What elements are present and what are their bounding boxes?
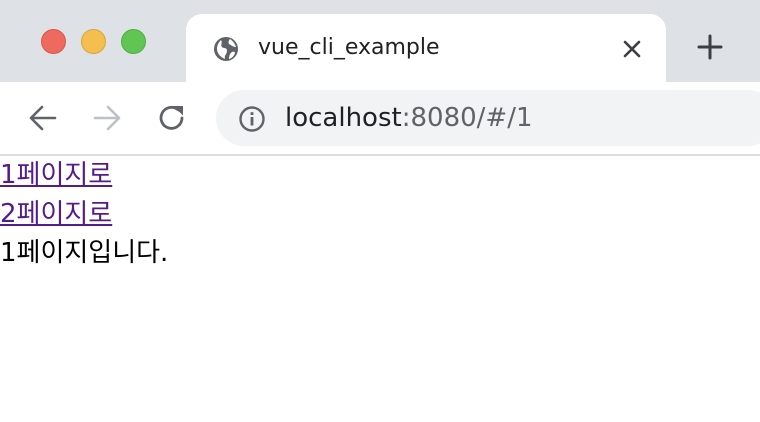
arrow-left-icon[interactable] (26, 101, 60, 135)
tab-strip: vue_cli_example (0, 0, 760, 84)
browser-toolbar: localhost:8080/#/1 (0, 82, 760, 156)
browser-window: vue_cli_example localhost:8080/#/1 1페이지로… (0, 0, 760, 422)
page-content: 1페이지로 2페이지로 1페이지입니다. (0, 156, 760, 422)
window-minimize-button[interactable] (81, 29, 106, 54)
page-body-text: 1페이지입니다. (0, 238, 169, 268)
tab-active[interactable]: vue_cli_example (186, 14, 666, 84)
tab-title: vue_cli_example (258, 35, 440, 60)
close-icon[interactable] (618, 35, 646, 63)
arrow-right-icon[interactable] (90, 101, 124, 135)
link-page-2[interactable]: 2페이지로 (0, 195, 112, 234)
url-path: :8080/#/1 (401, 103, 533, 133)
url-text: localhost:8080/#/1 (285, 102, 533, 134)
url-host: localhost (285, 103, 402, 133)
link-page-1[interactable]: 1페이지로 (0, 156, 112, 195)
reload-icon[interactable] (155, 101, 189, 135)
info-icon[interactable] (237, 104, 267, 134)
plus-icon[interactable] (694, 31, 726, 63)
window-maximize-button[interactable] (121, 29, 146, 54)
address-bar[interactable]: localhost:8080/#/1 (216, 90, 760, 146)
window-close-button[interactable] (41, 29, 66, 54)
globe-icon (212, 35, 240, 63)
